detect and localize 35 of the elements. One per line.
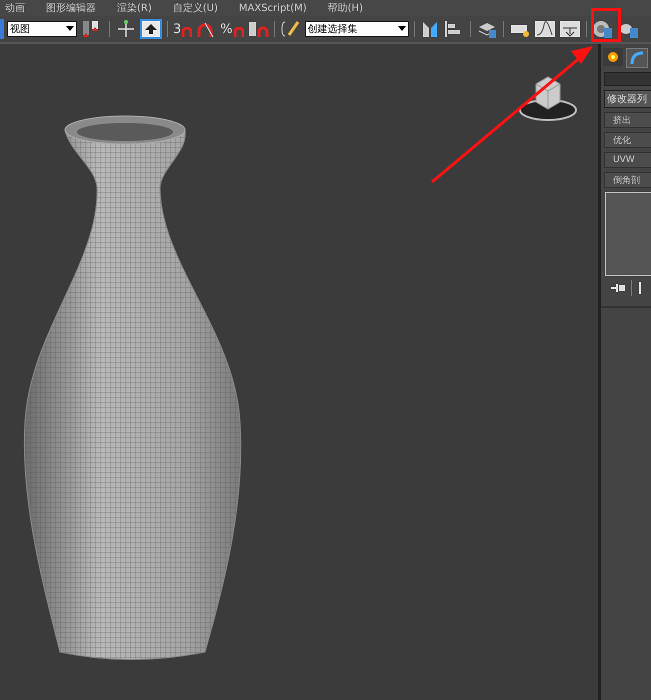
modifier-button[interactable]: UVW xyxy=(604,152,651,168)
menu-item[interactable]: 渲染(R) xyxy=(117,1,152,15)
menu-item[interactable]: 帮助(H) xyxy=(328,1,363,15)
spinner-snap-icon[interactable] xyxy=(246,19,269,39)
create-tab[interactable] xyxy=(603,48,623,66)
arc-icon xyxy=(630,51,644,65)
menu-item[interactable]: 图形编辑器 xyxy=(46,1,96,15)
magnet-icon xyxy=(182,26,192,36)
modifier-button[interactable]: 挤出 xyxy=(604,112,651,128)
snap-toggle[interactable]: 3 xyxy=(173,22,192,36)
schematic-view-icon[interactable] xyxy=(558,19,581,39)
menu-item[interactable]: MAXScript(M) xyxy=(238,2,307,14)
caret-icon xyxy=(398,26,406,32)
modifier-button[interactable]: 倒角剖 xyxy=(604,172,651,188)
selection-set-dropdown[interactable]: 创建选择集 xyxy=(304,21,409,37)
move-icon[interactable] xyxy=(115,19,137,39)
place-button[interactable] xyxy=(140,19,162,39)
up-arrow-icon xyxy=(143,23,159,35)
view-dropdown[interactable]: 视图 xyxy=(7,21,77,37)
modifier-button[interactable]: 优化 xyxy=(604,132,651,148)
show-result-icon[interactable] xyxy=(638,282,644,294)
modifier-stack-list[interactable] xyxy=(605,192,651,276)
menu-item[interactable]: 自定义(U) xyxy=(172,1,218,15)
pin-stack-icon[interactable] xyxy=(611,283,625,293)
percent-snap-toggle[interactable]: % xyxy=(220,22,244,36)
sun-icon xyxy=(606,50,620,64)
modifier-list-dropdown[interactable]: 修改器列 xyxy=(604,90,651,108)
name-field[interactable] xyxy=(604,72,651,86)
highlight-rectangle xyxy=(591,8,621,42)
caret-icon xyxy=(66,26,74,32)
curve-editor-icon[interactable] xyxy=(534,19,556,39)
edit-named-selection-icon[interactable] xyxy=(280,19,302,39)
material-editor-icon[interactable] xyxy=(592,19,614,39)
menu-item[interactable]: 动画 xyxy=(5,1,25,15)
magnet-icon xyxy=(234,26,244,36)
